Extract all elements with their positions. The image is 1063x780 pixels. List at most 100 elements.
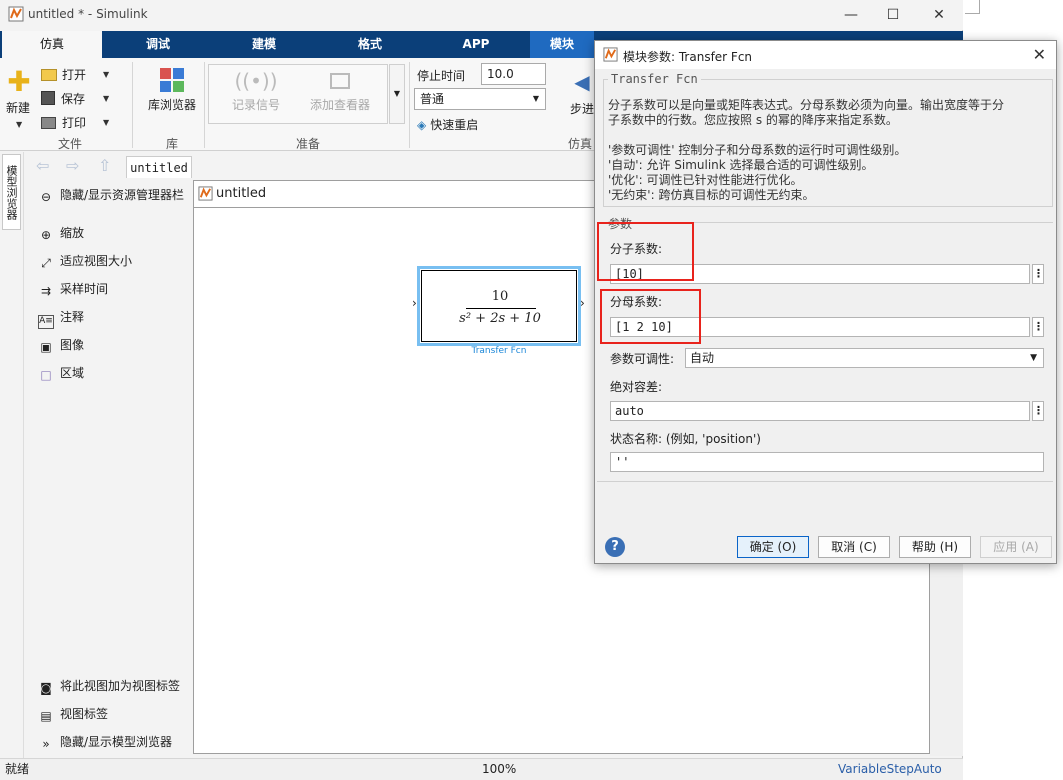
divider xyxy=(204,62,205,148)
model-icon xyxy=(198,186,213,201)
abs-tolerance-input[interactable]: auto xyxy=(610,401,1030,421)
block-parameters-dialog: 模块参数: Transfer Fcn ✕ Transfer Fcn 分子系数可以… xyxy=(594,40,1057,564)
model-browser-tab[interactable]: 模型浏览器 xyxy=(2,154,21,230)
add-view-mark-button[interactable]: ◙ 将此视图加为视图标签 xyxy=(38,677,180,695)
simulink-app-icon xyxy=(8,6,24,22)
minimize-button[interactable]: — xyxy=(836,4,866,26)
status-bar: 就绪 100% VariableStepAuto xyxy=(0,758,963,780)
prepare-section-label: 准备 xyxy=(295,137,320,151)
tab-apps[interactable]: APP xyxy=(426,31,526,58)
model-tab-untitled[interactable]: untitled xyxy=(126,156,192,178)
stop-time-label: 停止时间 xyxy=(417,69,466,83)
signal-icon: ((•)) xyxy=(234,69,278,93)
tunability-label: 参数可调性: xyxy=(610,352,675,366)
chevron-down-icon: ▼ xyxy=(532,94,539,103)
sample-time-icon: ⇉ xyxy=(40,284,52,298)
tab-format[interactable]: 格式 xyxy=(320,31,420,58)
add-viewer-button[interactable]: 添加查看器 xyxy=(304,70,376,113)
description-group: Transfer Fcn 分子系数可以是向量或矩阵表达式。分母系数必须为向量。输… xyxy=(603,72,1053,207)
step-back-button[interactable]: ◀ 步进 xyxy=(570,70,594,117)
library-grid-icon xyxy=(160,68,184,92)
stop-time-input[interactable]: 10.0 xyxy=(481,63,546,85)
tab-block[interactable]: 模块 xyxy=(530,31,594,58)
fit-view-icon: ⤢ xyxy=(41,256,51,270)
numerator-more-icon[interactable]: ⋮ xyxy=(1032,264,1044,284)
tab-simulation[interactable]: 仿真 xyxy=(2,31,102,58)
denominator-more-icon[interactable]: ⋮ xyxy=(1032,317,1044,337)
abs-tolerance-label: 绝对容差: xyxy=(610,380,663,394)
open-button[interactable]: 打开 xyxy=(41,66,86,83)
view-marks-button[interactable]: ▤ 视图标签 xyxy=(38,705,108,723)
area-icon: □ xyxy=(40,368,52,382)
tab-modeling[interactable]: 建模 xyxy=(214,31,314,58)
transfer-fcn-block[interactable]: 10 s² + 2s + 10 xyxy=(417,266,581,346)
annotation-icon: A≡ xyxy=(38,315,54,329)
block-name-label[interactable]: Transfer Fcn xyxy=(417,346,581,356)
title-bar: untitled * - Simulink — ☐ ✕ xyxy=(0,0,963,30)
close-button[interactable]: ✕ xyxy=(924,4,954,26)
description-group-title: Transfer Fcn xyxy=(608,72,701,86)
image-icon: ▣ xyxy=(40,340,52,354)
camera-icon: ◙ xyxy=(40,681,52,695)
collapse-icon: ⊖ xyxy=(40,190,52,204)
folder-icon xyxy=(41,69,57,81)
sample-time-tool[interactable]: ⇉ 采样时间 xyxy=(38,280,108,298)
monitor-icon xyxy=(330,73,350,89)
print-button[interactable]: 打印 xyxy=(41,114,86,131)
save-button[interactable]: 保存 xyxy=(41,90,85,107)
step-back-icon: ◀ xyxy=(574,70,590,94)
simulink-app-icon xyxy=(603,47,618,62)
image-tool[interactable]: ▣ 图像 xyxy=(38,336,84,354)
chevron-down-icon[interactable]: ▼ xyxy=(103,94,109,103)
up-arrow-icon[interactable]: ⇧ xyxy=(98,156,111,175)
zoom-tool[interactable]: ⊕ 缩放 xyxy=(38,224,84,242)
printer-icon xyxy=(41,117,56,129)
dialog-close-button[interactable]: ✕ xyxy=(1033,45,1046,64)
divider xyxy=(597,481,1053,482)
maximize-button[interactable]: ☐ xyxy=(878,4,908,26)
apply-button[interactable]: 应用 (A) xyxy=(980,536,1052,558)
abs-tolerance-more-icon[interactable]: ⋮ xyxy=(1032,401,1044,421)
help-button[interactable]: 帮助 (H) xyxy=(899,536,971,558)
chevron-down-icon: ▼ xyxy=(16,120,23,129)
toggle-model-browser-button[interactable]: » 隐藏/显示模型浏览器 xyxy=(38,733,172,751)
state-name-input[interactable]: '' xyxy=(610,452,1044,472)
tab-debug[interactable]: 调试 xyxy=(108,31,208,58)
model-path-label: untitled xyxy=(216,186,267,201)
zoom-level: 100% xyxy=(482,762,517,776)
dialog-title-bar: 模块参数: Transfer Fcn ✕ xyxy=(595,41,1056,69)
cancel-button[interactable]: 取消 (C) xyxy=(818,536,890,558)
fit-to-view-tool[interactable]: ⤢ 适应视图大小 xyxy=(38,252,132,270)
chevron-down-icon[interactable]: ▼ xyxy=(103,70,109,79)
solver-link[interactable]: VariableStepAuto xyxy=(838,759,942,779)
fraction-line xyxy=(466,308,536,309)
plus-icon: ✚ xyxy=(7,65,31,98)
chevron-down-icon: ▼ xyxy=(1030,353,1037,363)
area-tool[interactable]: □ 区域 xyxy=(38,364,84,382)
library-browser-button[interactable]: 库浏览器 xyxy=(147,68,197,113)
tunability-select[interactable]: 自动 ▼ xyxy=(685,348,1044,368)
description-line: '无约束': 跨仿真目标的可调性无约束。 xyxy=(608,188,815,202)
toggle-explorer-bar[interactable]: ⊖ 隐藏/显示资源管理器栏 xyxy=(38,186,184,204)
sim-mode-select[interactable]: 普通 ▼ xyxy=(414,88,546,110)
input-port-icon[interactable]: › xyxy=(412,296,417,310)
background-window-edge xyxy=(965,0,980,14)
divider xyxy=(132,62,133,148)
state-name-label: 状态名称: (例如, 'position') xyxy=(610,432,761,446)
file-section-label: 文件 xyxy=(57,137,82,151)
simulate-section-label: 仿真 xyxy=(567,137,592,151)
view-marks-icon: ▤ xyxy=(40,709,52,723)
help-question-icon[interactable]: ? xyxy=(605,537,625,557)
description-line: 子系数中的行数。您应按照 s 的幂的降序来指定系数。 xyxy=(608,113,898,127)
forward-arrow-icon[interactable]: ⇨ xyxy=(66,156,79,175)
output-port-icon[interactable]: › xyxy=(580,296,585,310)
chevron-down-icon[interactable]: ▼ xyxy=(103,118,109,127)
back-arrow-icon[interactable]: ⇦ xyxy=(36,156,49,175)
highlight-denominator xyxy=(600,289,701,344)
annotation-tool[interactable]: A≡ 注释 xyxy=(38,308,84,329)
new-button[interactable]: ✚ 新建 ▼ xyxy=(6,65,32,130)
gallery-expand-button[interactable]: ▼ xyxy=(389,64,405,124)
log-signals-button[interactable]: ((•)) 记录信号 xyxy=(224,70,288,113)
fast-restart-toggle[interactable]: ◈ 快速重启 xyxy=(417,116,478,133)
ok-button[interactable]: 确定 (O) xyxy=(737,536,809,558)
